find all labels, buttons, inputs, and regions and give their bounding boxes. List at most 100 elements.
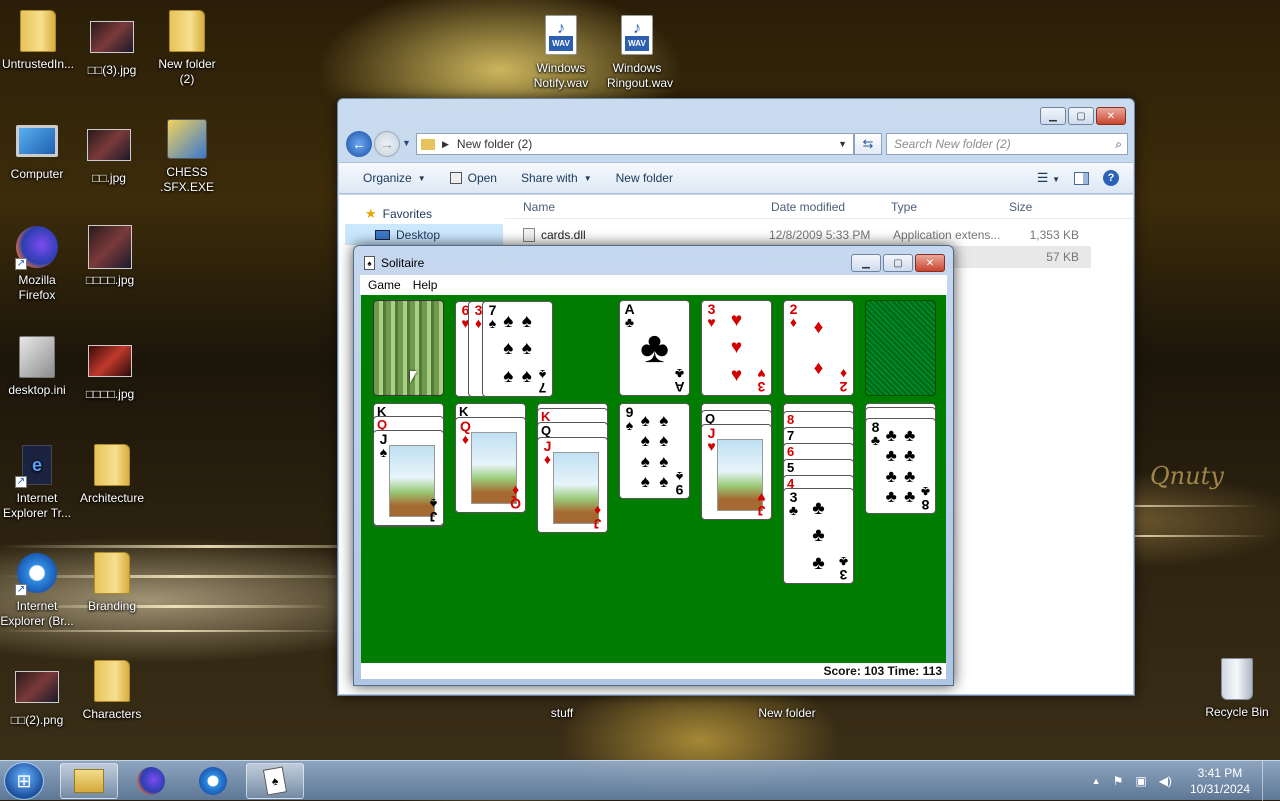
taskbar-firefox[interactable] [122, 763, 180, 799]
network-icon[interactable]: ▣ [1135, 774, 1146, 788]
minimize-button[interactable]: ▁ [851, 254, 881, 272]
menu-help[interactable]: Help [413, 278, 438, 292]
gear-icon [19, 336, 55, 378]
foundation-empty-slot[interactable] [865, 300, 936, 396]
desktop-icon-image-png[interactable]: □□(2).png [0, 664, 78, 728]
back-button[interactable]: ← [346, 131, 372, 157]
explorer-navigation-bar: ← → ▼ ▶ New folder (2) ▼ ⇆ Search New fo… [346, 131, 1128, 157]
nav-favorites[interactable]: ★ Favorites [345, 203, 503, 224]
score-time-display: Score: 103 Time: 113 [823, 664, 942, 678]
recent-pages-dropdown[interactable]: ▼ [402, 138, 411, 148]
column-header-type[interactable]: Type [885, 200, 1005, 214]
menu-game[interactable]: Game [368, 278, 401, 292]
action-center-flag-icon[interactable]: ⚑ [1113, 774, 1124, 788]
desktop-icon-windows-notify[interactable]: ♪ WAV Windows Notify.wav [520, 12, 602, 91]
desktop-icon-stuff[interactable]: stuff [521, 706, 603, 721]
desktop-icon-new-folder-2[interactable]: New folder (2) [146, 8, 228, 87]
tableau-top-card[interactable]: J ♥ J ♥ [701, 424, 772, 520]
desktop-icon-image[interactable]: □□□□.jpg [69, 338, 151, 402]
breadcrumb-separator-icon: ▶ [442, 138, 449, 149]
desktop-icon-chess-sfx[interactable]: CHESS .SFX.EXE [146, 116, 228, 195]
nav-desktop[interactable]: Desktop [345, 224, 503, 245]
open-button[interactable]: Open [449, 171, 497, 185]
dll-file-icon [523, 228, 535, 242]
file-type: Application extens... [893, 228, 1001, 242]
desktop-icon-firefox[interactable]: ↗ Mozilla Firefox [0, 224, 78, 303]
waste-top-card[interactable]: 7 ♠ ♠ ♠ ♠ ♠ ♠ ♠ 7 ♠ [482, 301, 553, 397]
foundation-clubs[interactable]: A ♣ ♣ A ♣ [619, 300, 690, 396]
image-icon [88, 225, 132, 269]
address-bar[interactable]: ▶ New folder (2) ▼ [416, 133, 854, 155]
tableau-top-card[interactable]: 9 ♠ ♠ ♠ ♠ ♠ ♠ ♠ ♠ ♠ 9 ♠ [619, 403, 690, 499]
tableau-top-card[interactable]: J ♠ J ♠ [373, 430, 444, 526]
close-button[interactable]: ✕ [1096, 107, 1126, 125]
volume-icon[interactable]: ◀) [1159, 774, 1172, 788]
search-input[interactable]: Search New folder (2) ⌕ [886, 133, 1128, 155]
wallpaper-text: Qnuty [1150, 462, 1224, 490]
address-dropdown-icon[interactable]: ▼ [838, 139, 847, 149]
card-pips: ♦ ♦ [813, 317, 824, 379]
forward-button[interactable]: → [374, 131, 400, 157]
help-icon[interactable]: ? [1103, 170, 1119, 186]
desktop-icon-branding[interactable]: Branding [71, 550, 153, 614]
window-title: Solitaire [381, 256, 425, 270]
share-with-menu[interactable]: Share with ▼ [521, 171, 592, 185]
card-pips: ♥ ♥ ♥ [730, 310, 743, 386]
solitaire-caption-buttons: ▁ ▢ ✕ [851, 254, 945, 272]
audio-file-icon: ♪ WAV [621, 15, 653, 55]
show-desktop-button[interactable] [1262, 761, 1274, 801]
desktop-icon-untrusted[interactable]: UntrustedIn... [0, 8, 79, 72]
desktop-icon-computer[interactable]: Computer [0, 118, 78, 182]
maximize-button[interactable]: ▢ [1068, 107, 1094, 125]
solitaire-window[interactable]: ♠ Solitaire ▁ ▢ ✕ Game Help 6 ♥ 3 ♦ 7 ♠ ♠ ♠ ♠… [353, 245, 954, 686]
desktop-icon-windows-ringout[interactable]: ♪ WAV Windows Ringout.wav [596, 12, 678, 91]
firefox-icon [137, 767, 165, 795]
taskbar-explorer[interactable] [60, 763, 118, 799]
desktop-icon-image[interactable]: □□□□.jpg [69, 224, 151, 288]
clock-time: 3:41 PM [1197, 766, 1243, 780]
chevron-down-icon: ▼ [583, 173, 592, 183]
desktop-icon-image[interactable]: □□.jpg [68, 122, 150, 186]
maximize-button[interactable]: ▢ [883, 254, 913, 272]
desktop-icon-ie-br[interactable]: ↗ Internet Explorer (Br... [0, 550, 78, 629]
tableau-top-card[interactable]: 3 ♣ ♣ ♣ ♣ 3 ♣ [783, 488, 854, 584]
organize-menu[interactable]: Organize ▼ [363, 171, 426, 185]
taskbar-internet-explorer[interactable] [184, 763, 242, 799]
windows-logo-icon: ⊞ [16, 770, 32, 791]
show-hidden-icons-button[interactable]: ▲ [1092, 776, 1101, 786]
tableau-top-card[interactable]: 8 ♣ ♣ ♣ ♣ ♣ ♣ ♣ ♣ ♣ 8 ♣ [865, 418, 936, 514]
stock-pile[interactable] [373, 300, 444, 396]
desktop-icon-new-folder[interactable]: New folder [746, 706, 828, 721]
desktop-icon-desktop-ini[interactable]: desktop.ini [0, 334, 78, 398]
foundation-hearts[interactable]: 3 ♥ ♥ ♥ ♥ 3 ♥ [701, 300, 772, 396]
column-header-name[interactable]: Name [505, 200, 765, 214]
recycle-bin-icon [1221, 658, 1253, 700]
start-button[interactable]: ⊞ [4, 762, 44, 800]
desktop-icon-ie-tr[interactable]: e ↗ Internet Explorer Tr... [0, 442, 78, 521]
tableau-top-card[interactable]: Q ♦ Q ♦ [455, 417, 526, 513]
solitaire-titlebar: ♠ Solitaire [364, 256, 424, 270]
new-folder-button[interactable]: New folder [616, 171, 673, 185]
preview-pane-icon[interactable] [1074, 171, 1089, 185]
column-header-date-modified[interactable]: Date modified [765, 200, 885, 214]
minimize-button[interactable]: ▁ [1040, 107, 1066, 125]
desktop-icon-characters[interactable]: Characters [71, 658, 153, 722]
desktop-icon-recycle-bin[interactable]: Recycle Bin [1196, 656, 1278, 720]
clock[interactable]: 3:41 PM 10/31/2024 [1190, 765, 1250, 797]
close-button[interactable]: ✕ [915, 254, 945, 272]
tableau-top-card[interactable]: J ♦ J ♦ [537, 437, 608, 533]
file-row[interactable]: cards.dll 12/8/2009 5:33 PM Application … [505, 224, 1133, 246]
refresh-button[interactable]: ⇆ [854, 133, 882, 155]
breadcrumb-current[interactable]: New folder (2) [457, 137, 532, 151]
audio-file-icon: ♪ WAV [545, 15, 577, 55]
desktop-icon [375, 229, 390, 240]
folder-icon [20, 10, 56, 52]
view-options-icon[interactable]: ☰ ▼ [1037, 170, 1060, 186]
column-header-size[interactable]: Size [1005, 200, 1085, 214]
desktop-icon-architecture[interactable]: Architecture [71, 442, 153, 506]
foundation-diamonds[interactable]: 2 ♦ ♦ ♦ 2 ♦ [783, 300, 854, 396]
game-board[interactable]: 6 ♥ 3 ♦ 7 ♠ ♠ ♠ ♠ ♠ ♠ ♠ 7 ♠ A ♣ ♣ A ♣ 3 ♥ ♥ ♥ ♥ 3 ♥ 2 ♦ … [361, 295, 946, 663]
taskbar-solitaire[interactable]: ♠ [246, 763, 304, 799]
desktop-icon-image[interactable]: □□(3).jpg [71, 14, 153, 78]
system-tray: ▲ ⚑ ▣ ◀) 3:41 PM 10/31/2024 [1092, 761, 1274, 801]
